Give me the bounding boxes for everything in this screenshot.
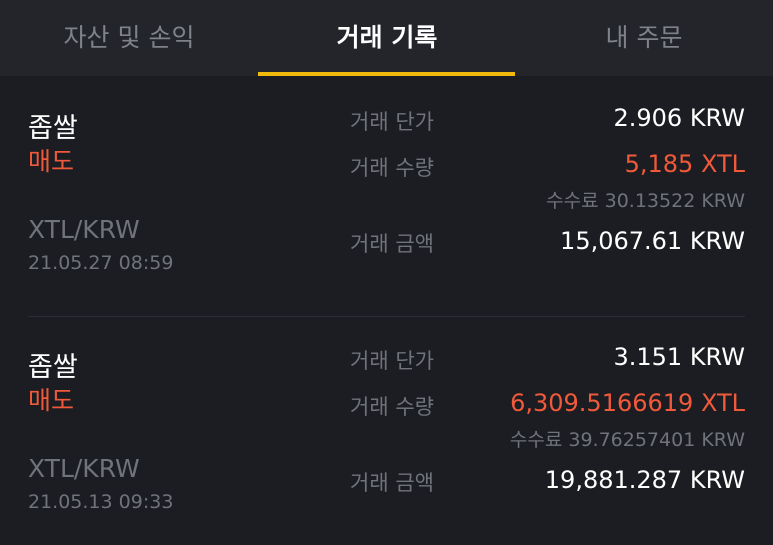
tab-bar: 자산 및 손익 거래 기록 내 주문 [0, 0, 773, 76]
tab-my-orders[interactable]: 내 주문 [515, 0, 773, 76]
trade-record[interactable]: 좁쌀 매도 XTL/KRW 21.05.13 09:33 거래 단가 3.151… [0, 325, 773, 545]
trade-datetime: 21.05.13 09:33 [28, 491, 174, 513]
fee-value: 수수료 30.13522 KRW [546, 190, 745, 212]
trading-pair: XTL/KRW [28, 215, 140, 244]
tab-trade-history[interactable]: 거래 기록 [258, 0, 516, 76]
price-value: 2.906 KRW [613, 104, 745, 132]
active-tab-indicator [258, 72, 515, 76]
coin-name: 좁쌀 [28, 352, 78, 383]
quantity-value: 5,185 XTL [624, 150, 745, 178]
amount-value: 19,881.287 KRW [544, 466, 745, 494]
trading-pair: XTL/KRW [28, 454, 140, 483]
trade-side: 매도 [28, 147, 75, 176]
quantity-value: 6,309.5166619 XTL [510, 389, 745, 417]
quantity-label: 거래 수량 [350, 395, 434, 419]
trade-history-screen: 자산 및 손익 거래 기록 내 주문 좁쌀 매도 XTL/KRW 21.05.2… [0, 0, 773, 545]
amount-label: 거래 금액 [350, 471, 434, 495]
trade-datetime: 21.05.27 08:59 [28, 252, 174, 274]
trade-record[interactable]: 좁쌀 매도 XTL/KRW 21.05.27 08:59 거래 단가 2.906… [0, 86, 773, 316]
fee-value: 수수료 39.76257401 KRW [509, 429, 745, 451]
amount-label: 거래 금액 [350, 232, 434, 256]
price-value: 3.151 KRW [613, 343, 745, 371]
price-label: 거래 단가 [350, 349, 434, 373]
amount-value: 15,067.61 KRW [560, 227, 745, 255]
trade-side: 매도 [28, 386, 75, 415]
tab-assets-pnl[interactable]: 자산 및 손익 [0, 0, 258, 76]
quantity-label: 거래 수량 [350, 156, 434, 180]
divider [28, 316, 745, 317]
coin-name: 좁쌀 [28, 113, 78, 144]
price-label: 거래 단가 [350, 110, 434, 134]
